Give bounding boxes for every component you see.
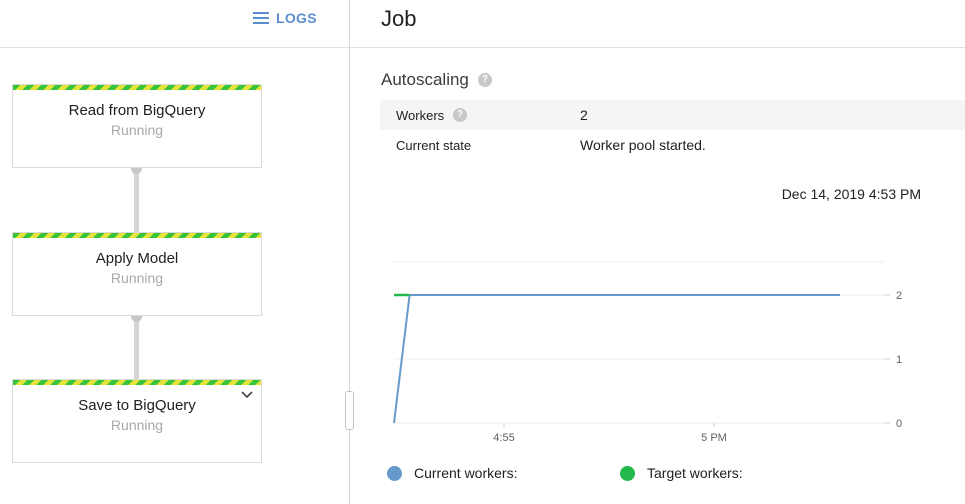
current-state-label: Current state <box>396 137 472 153</box>
step-connector <box>134 168 139 232</box>
running-stripe <box>13 380 261 385</box>
legend-label: Target workers: <box>647 465 743 481</box>
legend-swatch <box>387 465 402 481</box>
autoscaling-title: Autoscaling <box>381 70 469 89</box>
step-status: Running <box>110 122 164 138</box>
step-read-from-bigquery[interactable]: Read from BigQuery Running <box>12 84 262 168</box>
legend-swatch <box>620 465 635 481</box>
current-state-key: Current state <box>380 138 580 153</box>
divider <box>0 47 349 48</box>
connector-knob <box>131 168 142 174</box>
step-status: Running <box>110 417 164 433</box>
legend-item-current-workers: Current workers: <box>387 465 517 481</box>
list-icon <box>253 12 269 24</box>
current-state-value: Worker pool started. <box>580 137 706 153</box>
y-tick-label: 2 <box>896 290 902 302</box>
page-title: Job <box>381 6 417 31</box>
logs-button[interactable]: LOGS <box>253 10 317 26</box>
help-icon[interactable]: ? <box>453 108 468 122</box>
running-stripe <box>13 85 261 90</box>
step-connector <box>134 316 139 380</box>
step-name: Save to BigQuery <box>78 397 196 414</box>
current-state-row: Current state Worker pool started. <box>380 130 965 160</box>
help-icon[interactable]: ? <box>477 73 492 87</box>
step-name: Read from BigQuery <box>68 102 206 119</box>
step-status: Running <box>110 270 164 286</box>
step-apply-model[interactable]: Apply Model Running <box>12 232 262 316</box>
connector-knob <box>131 316 142 322</box>
workers-key: Workers ? <box>380 108 580 123</box>
workers-label: Workers <box>396 107 445 123</box>
chevron-down-icon[interactable] <box>241 391 253 399</box>
job-details-pane: Job Autoscaling ? Workers ? 2 Current st… <box>350 0 965 504</box>
y-tick-label: 0 <box>896 418 902 430</box>
autoscaling-section-title: Autoscaling ? <box>381 70 492 90</box>
chart-timestamp: Dec 14, 2019 4:53 PM <box>781 186 921 202</box>
legend-item-target-workers: Target workers: <box>620 465 743 481</box>
divider <box>350 47 965 48</box>
step-name: Apply Model <box>95 250 179 267</box>
workers-row: Workers ? 2 <box>380 100 965 130</box>
y-tick-label: 1 <box>896 354 902 366</box>
running-stripe <box>13 233 261 238</box>
x-tick-label: 5 PM <box>701 432 727 444</box>
logs-label: LOGS <box>276 10 317 26</box>
dataflow-job-view: { "left": { "logs_label": "LOGS", "logs_… <box>0 0 965 504</box>
workers-chart: 2 1 0 4:55 5 PM <box>393 261 902 444</box>
workers-value: 2 <box>580 107 588 123</box>
legend-label: Current workers: <box>414 465 518 481</box>
x-tick-label: 4:55 <box>493 432 514 444</box>
pipeline-graph-pane: LOGS Read from BigQuery Running Apply Mo… <box>0 0 349 504</box>
step-save-to-bigquery[interactable]: Save to BigQuery Running <box>12 379 262 463</box>
